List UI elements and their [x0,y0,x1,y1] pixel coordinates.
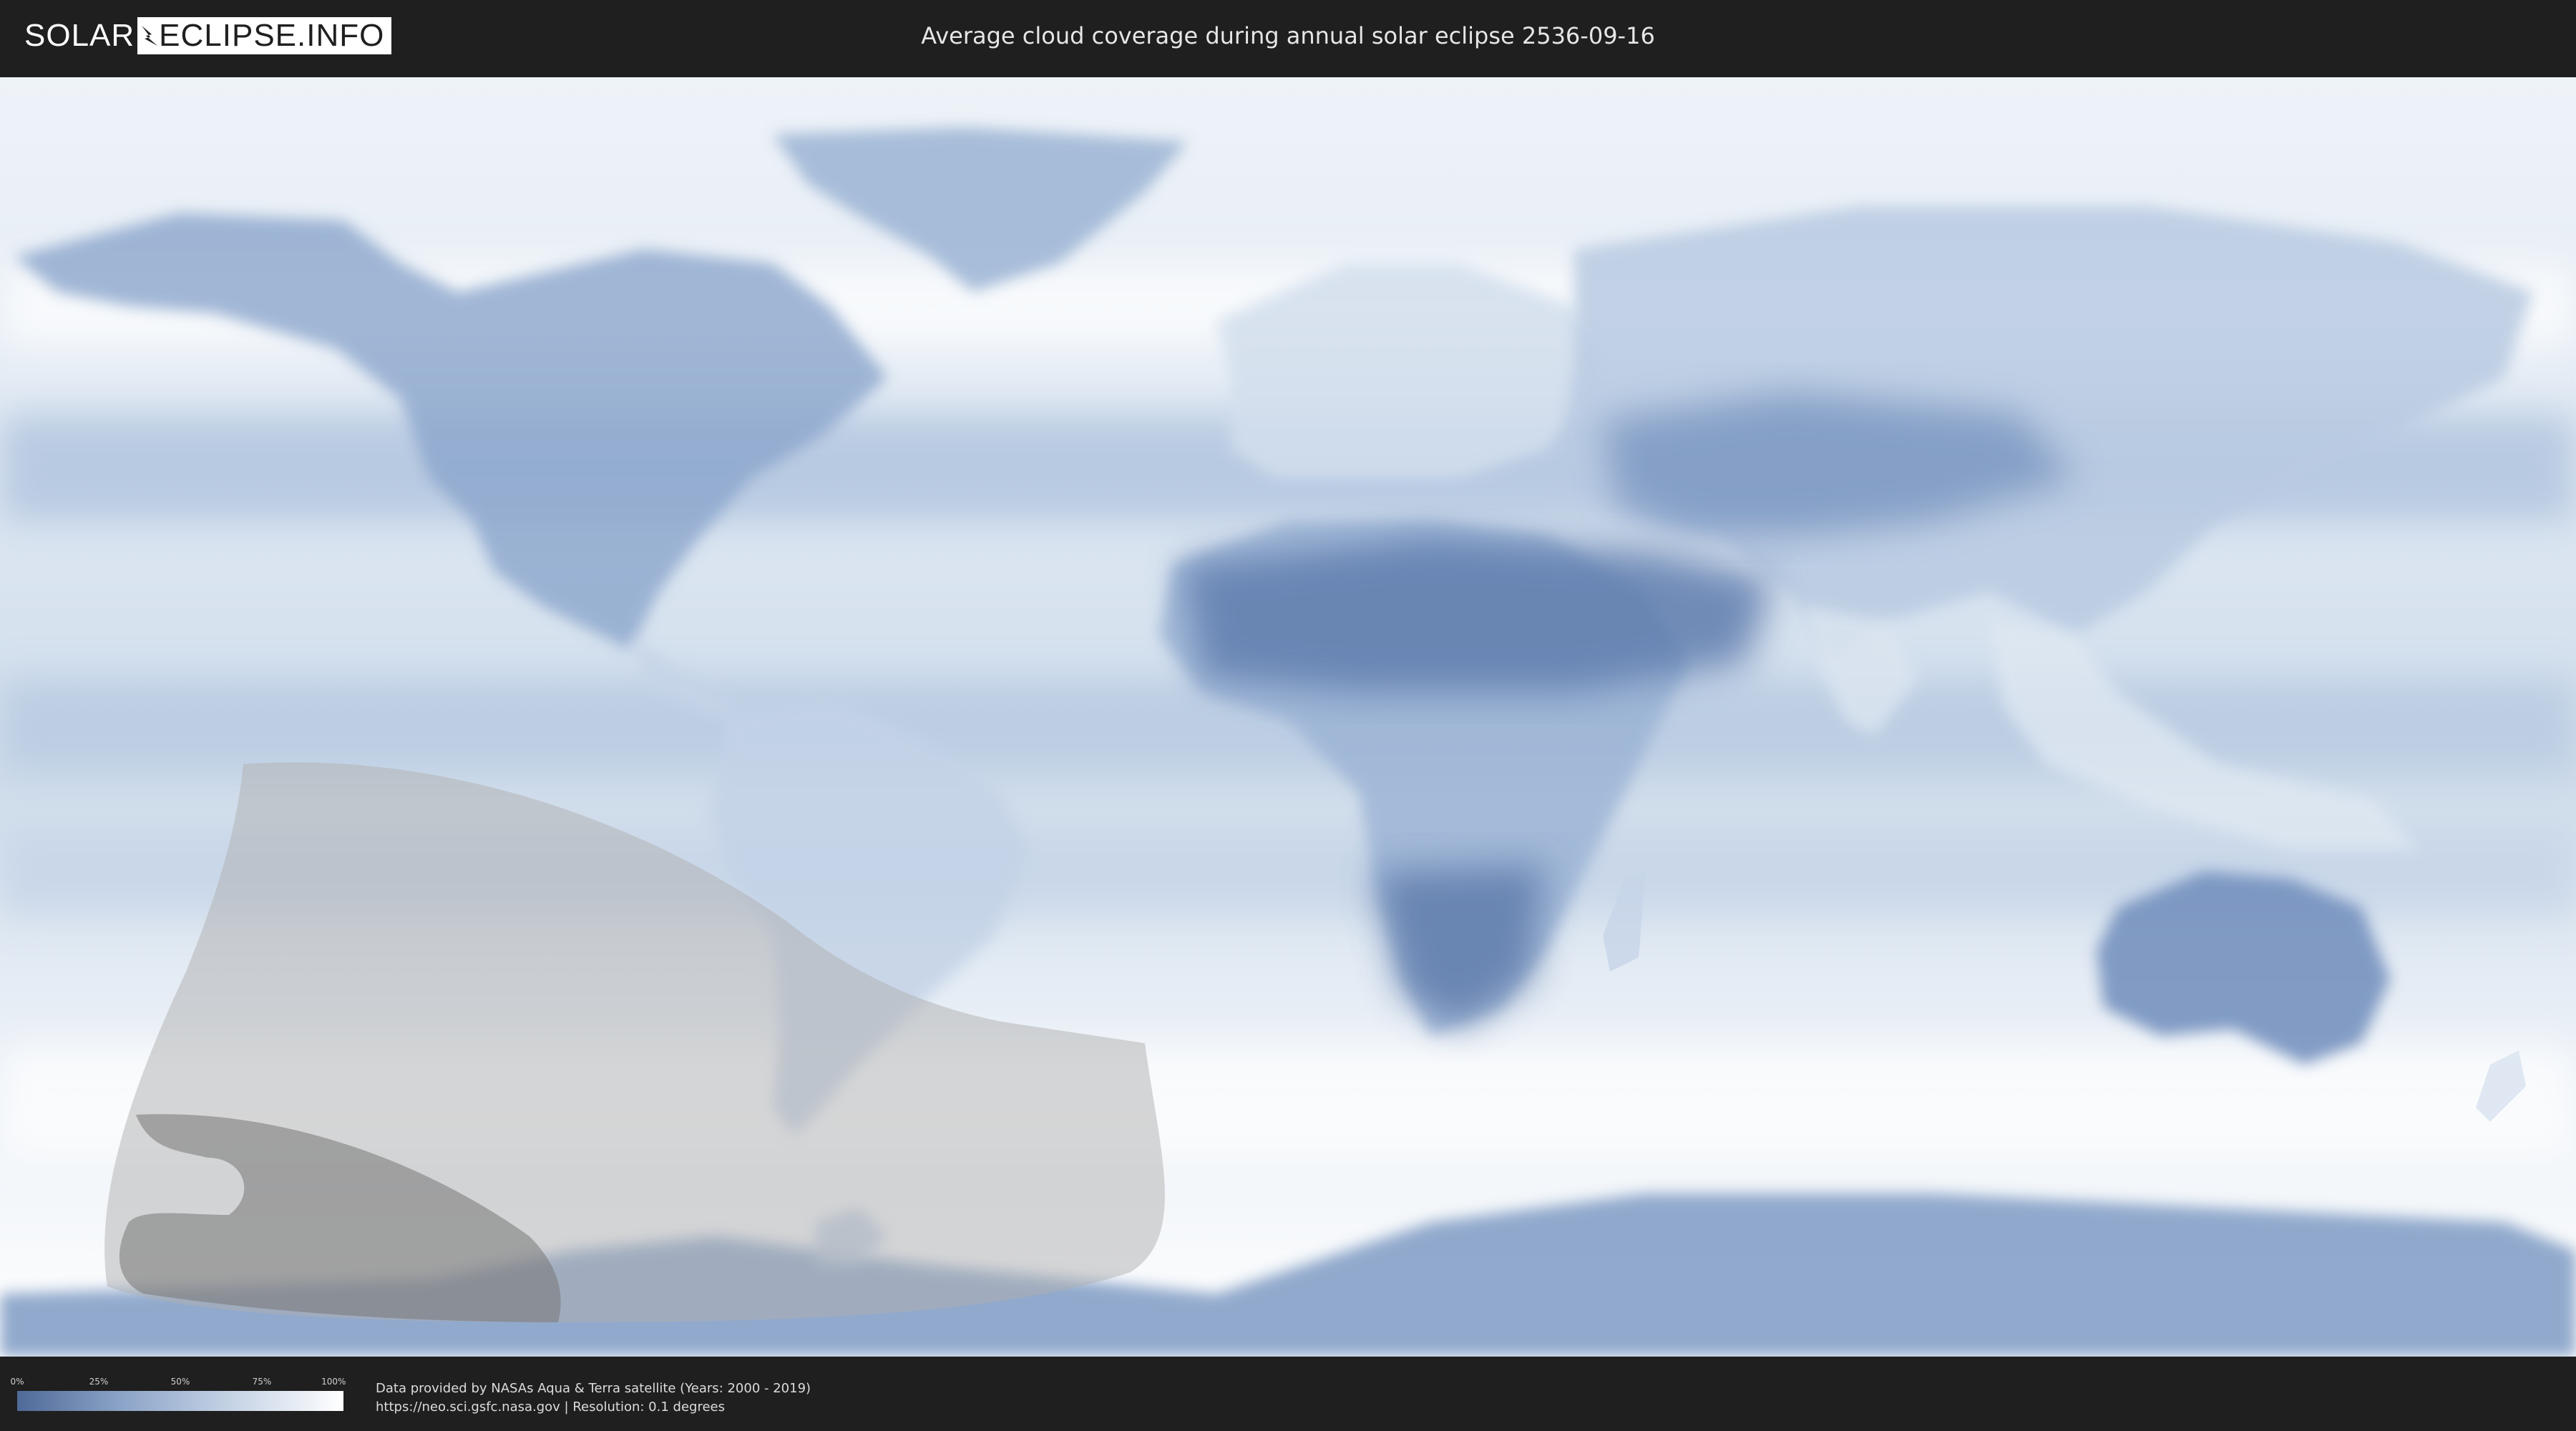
legend-ticks: 0% 25% 50% 75% 100% [10,1377,346,1388]
legend-tick-75: 75% [252,1377,272,1387]
landmass-europe [1216,263,1603,478]
credits-line-url[interactable]: https://neo.sci.gsfc.nasa.gov | Resoluti… [376,1398,811,1417]
credits-line-source: Data provided by NASAs Aqua & Terra sate… [376,1381,811,1396]
legend-tick-25: 25% [89,1377,109,1387]
legend-gradient-bar [17,1391,343,1411]
legend-tick-100: 100% [321,1377,346,1387]
header-bar: SOLAR ECLIPSE.INFO Average cloud coverag… [0,0,2576,72]
landmass-sahara-clear [1181,535,1775,693]
page-title: Average cloud coverage during annual sol… [921,22,1655,49]
footer-bar: 0% 25% 50% 75% 100% Data provided by NAS… [0,1359,2576,1431]
world-map [0,77,2576,1357]
legend-tick-0: 0% [10,1377,24,1387]
cloud-coverage-map[interactable] [0,77,2576,1357]
cloud-coverage-legend: 0% 25% 50% 75% 100% [10,1377,346,1420]
legend-tick-50: 50% [170,1377,190,1387]
data-credits: Data provided by NASAs Aqua & Terra sate… [376,1379,811,1417]
